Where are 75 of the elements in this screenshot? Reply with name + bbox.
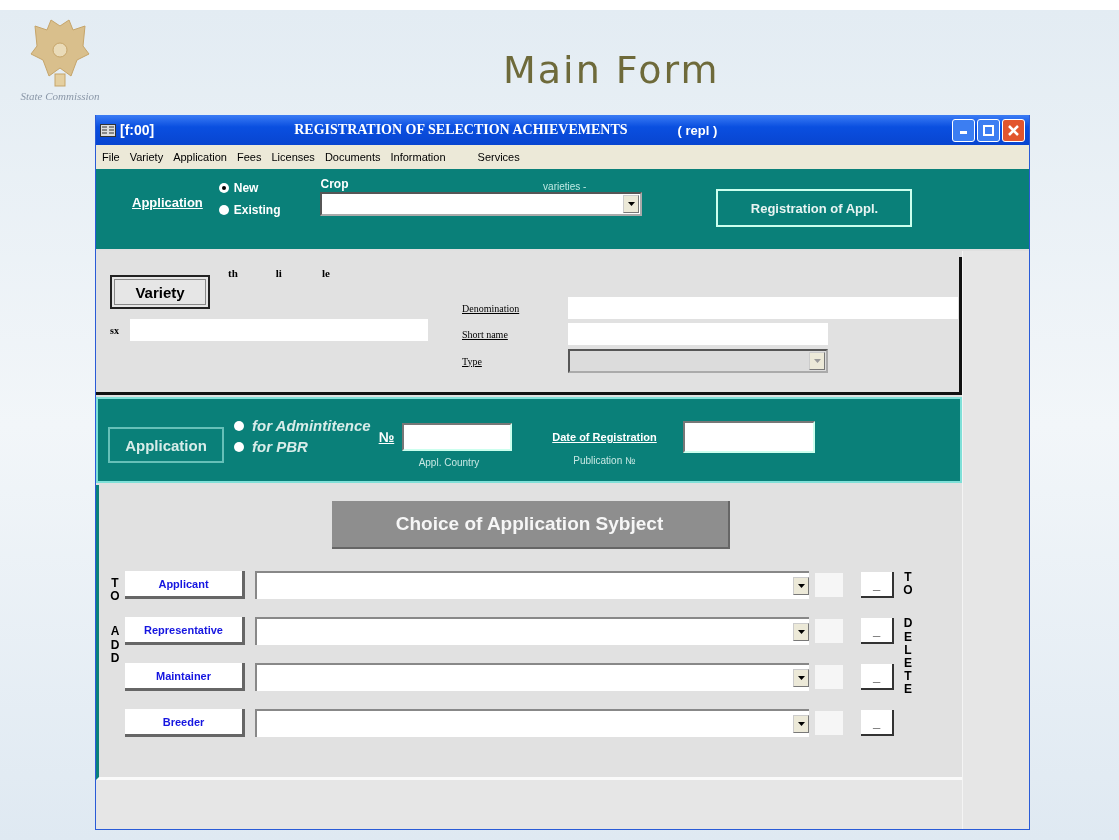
text-field[interactable] [568, 323, 828, 345]
registration-button[interactable]: Registration of Appl. [716, 189, 913, 227]
down-arrow-icon [797, 676, 805, 680]
crop-hint: varieties - [543, 181, 587, 192]
down-arrow-icon [813, 359, 821, 363]
logo-caption: State Commission [20, 90, 100, 102]
dropdown-button[interactable] [793, 715, 809, 733]
delete-button[interactable]: _ [861, 572, 894, 598]
radio-option[interactable]: for PBR [234, 438, 371, 455]
form-code: [f:00] [120, 122, 155, 138]
down-arrow-icon [797, 722, 805, 726]
field-label: Short name [462, 328, 509, 340]
menu-item[interactable]: Fees [237, 151, 262, 163]
window-title: REGISTRATION OF SELECTION ACHIEVEMENTS [294, 122, 628, 138]
radio-option[interactable]: Existing [218, 203, 281, 217]
add-button[interactable]: Maintainer [125, 663, 245, 691]
field-label: Denomination [462, 302, 521, 314]
add-button[interactable]: Representative [125, 617, 245, 645]
down-arrow-icon [797, 630, 805, 634]
field-label: Type [462, 355, 483, 367]
maximize-icon [983, 124, 994, 136]
number-label: № [378, 429, 395, 445]
text-field[interactable] [568, 297, 958, 319]
variety-button[interactable]: Variety [110, 275, 210, 309]
type-dropdown[interactable] [568, 349, 828, 373]
code-field[interactable] [130, 319, 428, 341]
column-label: th [228, 267, 238, 279]
vertical-label: DELETE [902, 617, 914, 697]
form-icon [100, 123, 116, 137]
application-button[interactable]: Application [108, 427, 224, 463]
add-button[interactable]: Breeder [125, 709, 245, 737]
dropdown-button[interactable] [793, 669, 809, 687]
vertical-label: TO [109, 577, 121, 604]
vertical-label: TO [902, 571, 914, 598]
maximize-button[interactable] [977, 118, 1000, 142]
column-label: le [321, 267, 330, 279]
delete-button[interactable]: _ [861, 664, 894, 690]
down-arrow-icon [627, 202, 635, 206]
delete-button[interactable]: _ [861, 710, 894, 736]
code-label: sx [110, 324, 120, 336]
down-arrow-icon [797, 584, 805, 588]
radio-icon[interactable] [234, 420, 244, 431]
number-field[interactable] [402, 423, 513, 451]
crop-label: Crop [320, 177, 349, 192]
close-button[interactable] [1002, 118, 1025, 142]
close-icon [1008, 124, 1019, 136]
minimize-button[interactable] [952, 118, 975, 142]
application-link[interactable]: Application [132, 195, 203, 210]
radio-option[interactable]: for Admintitence [234, 417, 371, 434]
menu-item[interactable]: Variety [129, 151, 164, 163]
radio-icon[interactable] [218, 205, 229, 215]
vertical-label: ADD [109, 625, 121, 665]
eagle-emblem-icon [29, 16, 91, 88]
menu-item[interactable]: Application [173, 151, 227, 163]
date-label: Date of Registration [552, 431, 657, 443]
mode-label: ( repl ) [677, 122, 718, 138]
menu-item[interactable]: Information [390, 151, 446, 163]
dropdown-button[interactable] [793, 623, 809, 641]
menu-item[interactable]: Licenses [271, 151, 315, 163]
add-button[interactable]: Applicant [125, 571, 245, 599]
radio-option[interactable]: New [218, 181, 281, 195]
menu-item[interactable]: Services [477, 151, 520, 163]
menu-item[interactable]: Documents [324, 151, 381, 163]
slide-title: Main Form [503, 48, 720, 92]
publication-label: Publication № [573, 455, 636, 466]
menu-item[interactable]: File [102, 151, 120, 163]
country-label: Appl. Country [418, 457, 481, 468]
date-field[interactable] [682, 421, 815, 453]
dropdown-button[interactable] [793, 577, 809, 595]
dropdown-button[interactable] [623, 195, 640, 213]
crop-dropdown[interactable] [320, 192, 643, 216]
delete-button[interactable]: _ [861, 618, 894, 644]
column-label: li [275, 267, 282, 279]
radio-icon[interactable] [218, 183, 229, 193]
radio-icon[interactable] [234, 441, 244, 452]
